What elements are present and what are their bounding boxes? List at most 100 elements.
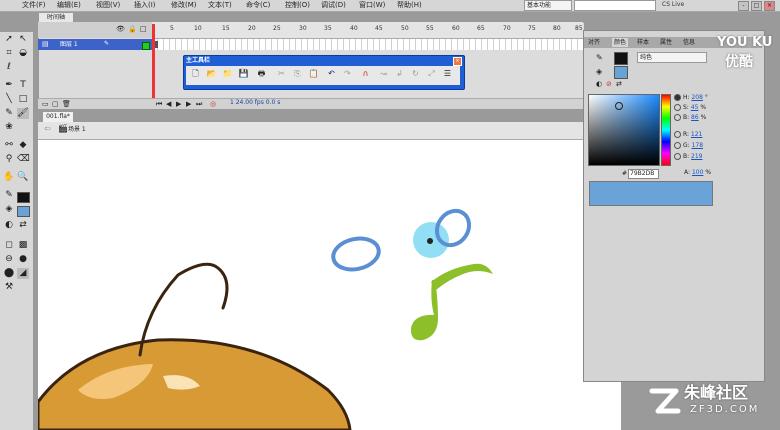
r-radio[interactable] <box>674 131 681 138</box>
tab-properties[interactable]: 属性 <box>660 38 672 47</box>
next-frame-icon[interactable]: ▶ <box>186 100 191 108</box>
h-value[interactable]: 208 <box>691 94 702 101</box>
maximize-button[interactable]: □ <box>751 1 762 11</box>
cs-live-button[interactable]: CS Live <box>662 0 684 10</box>
new-folder-icon[interactable]: ▢ <box>52 100 59 108</box>
color-type-dropdown[interactable]: 纯色 <box>637 52 707 63</box>
no-color-icon[interactable]: ⊘ <box>606 80 612 88</box>
rotate-icon[interactable]: ↻ <box>410 68 421 79</box>
h-radio[interactable] <box>674 94 681 101</box>
s-value[interactable]: 45 <box>691 104 699 111</box>
menu-window[interactable]: 窗口(W) <box>359 0 385 10</box>
menu-commands[interactable]: 命令(C) <box>246 0 270 10</box>
hue-slider[interactable] <box>661 94 671 166</box>
menu-debug[interactable]: 调试(D) <box>321 0 346 10</box>
scale-icon[interactable]: ⤢ <box>426 68 437 79</box>
smooth-icon[interactable]: ↝ <box>378 68 389 79</box>
cut-icon[interactable]: ✂ <box>276 68 287 79</box>
play-icon[interactable]: ▶ <box>176 100 181 108</box>
outline-icon[interactable]: □ <box>140 25 147 33</box>
b-value[interactable]: 86 <box>691 114 699 121</box>
print-icon[interactable]: 🖶 <box>256 68 267 79</box>
stroke-color-swatch[interactable] <box>17 192 30 203</box>
new-file-icon[interactable]: 🗋 <box>190 68 201 79</box>
brush-tilt-icon[interactable]: ⚒ <box>3 282 15 293</box>
main-toolbar-title[interactable]: 主工具栏 <box>186 56 210 65</box>
menu-modify[interactable]: 修改(M) <box>171 0 197 10</box>
tab-timeline[interactable]: 时间轴 <box>38 12 74 22</box>
open-folder-2-icon[interactable]: 📁 <box>222 68 233 79</box>
alpha-value[interactable]: 100 <box>692 169 703 176</box>
text-tool-icon[interactable]: T <box>17 80 29 91</box>
lock-fill-icon[interactable]: ▩ <box>17 240 29 251</box>
tab-swatches[interactable]: 样本 <box>637 38 649 47</box>
eye-icon[interactable]: 👁 <box>116 25 125 33</box>
menu-insert[interactable]: 插入(I) <box>134 0 156 10</box>
menu-text[interactable]: 文本(T) <box>208 0 232 10</box>
tab-align[interactable]: 对齐 <box>588 38 600 47</box>
brush-tool-icon[interactable]: 🖌 <box>17 108 29 119</box>
deco-tool-icon[interactable]: ❀ <box>3 122 15 133</box>
free-transform-icon[interactable]: ⌗ <box>3 48 15 59</box>
brush-pressure-icon[interactable]: ◢ <box>17 268 29 279</box>
zoom-tool-icon[interactable]: 🔍 <box>17 172 29 183</box>
subselection-tool-icon[interactable]: ↖ <box>17 34 29 45</box>
pen-tool-icon[interactable]: ✒ <box>3 80 15 91</box>
back-arrow-icon[interactable]: ⇦ <box>44 124 51 133</box>
swap-small-icon[interactable]: ⇄ <box>616 80 622 88</box>
workspace-dropdown[interactable]: 基本功能 <box>524 0 572 11</box>
scene-label[interactable]: 场景 1 <box>68 124 86 136</box>
menu-control[interactable]: 控制(O) <box>285 0 310 10</box>
new-layer-icon[interactable]: ▭ <box>42 100 49 108</box>
swap-colors-icon[interactable]: ⇄ <box>17 220 29 231</box>
rectangle-tool-icon[interactable]: □ <box>17 94 29 105</box>
menu-edit[interactable]: 编辑(E) <box>57 0 81 10</box>
object-drawing-icon[interactable]: ◻ <box>3 240 15 251</box>
selection-tool-icon[interactable]: ➚ <box>3 34 15 45</box>
r-value[interactable]: 121 <box>691 131 702 138</box>
b-radio[interactable] <box>674 114 681 121</box>
bl-value[interactable]: 219 <box>691 153 702 160</box>
brush-mode-icon[interactable]: ⬤ <box>3 268 15 279</box>
tab-info[interactable]: 信息 <box>683 38 695 47</box>
stage-canvas[interactable] <box>38 140 621 430</box>
black-white-icon[interactable]: ◐ <box>3 220 15 231</box>
undo-icon[interactable]: ↶ <box>326 68 337 79</box>
brush-shape-icon[interactable]: ● <box>17 254 29 265</box>
lock-icon[interactable]: 🔒 <box>128 25 137 33</box>
fill-color-icon[interactable]: ◈ <box>3 204 15 215</box>
menu-file[interactable]: 文件(F) <box>22 0 46 10</box>
hand-tool-icon[interactable]: ✋ <box>3 172 15 183</box>
frame-ruler[interactable]: 5 10 15 20 25 30 35 40 45 50 55 60 65 70… <box>152 22 583 39</box>
menu-help[interactable]: 帮助(H) <box>397 0 422 10</box>
3d-rotation-icon[interactable]: ◒ <box>17 48 29 59</box>
stroke-swatch[interactable] <box>614 52 628 65</box>
layer-name[interactable]: 图层 1 <box>60 39 78 50</box>
playhead[interactable] <box>152 24 155 108</box>
main-toolbar-close-button[interactable]: × <box>453 57 462 66</box>
fill-color-swatch[interactable] <box>17 206 30 217</box>
redo-icon[interactable]: ↷ <box>342 68 353 79</box>
pencil-tool-icon[interactable]: ✎ <box>3 108 15 119</box>
layer-row[interactable] <box>38 39 152 50</box>
search-input[interactable] <box>574 0 656 11</box>
align-icon[interactable]: ☰ <box>442 68 453 79</box>
copy-icon[interactable]: ⎘ <box>292 68 303 79</box>
g-value[interactable]: 178 <box>692 142 703 149</box>
lasso-tool-icon[interactable]: ℓ <box>3 62 15 73</box>
onion-skin-icon[interactable]: ◎ <box>210 100 216 108</box>
first-frame-icon[interactable]: ⏮ <box>156 100 162 109</box>
paint-bucket-icon[interactable]: ◆ <box>17 140 29 151</box>
save-icon[interactable]: 💾 <box>238 68 249 79</box>
eyedropper-icon[interactable]: ⚲ <box>3 154 15 165</box>
brush-size-icon[interactable]: ⊖ <box>3 254 15 265</box>
g-radio[interactable] <box>674 142 681 149</box>
snap-icon[interactable]: ∩ <box>360 68 371 79</box>
straighten-icon[interactable]: ↲ <box>394 68 405 79</box>
tab-color[interactable]: 颜色 <box>612 38 629 47</box>
menu-view[interactable]: 视图(V) <box>96 0 120 10</box>
hex-input[interactable]: 79B2DB <box>628 169 659 179</box>
frame-row[interactable] <box>152 39 583 50</box>
line-tool-icon[interactable]: ╲ <box>3 94 15 105</box>
minimize-button[interactable]: - <box>738 1 749 11</box>
